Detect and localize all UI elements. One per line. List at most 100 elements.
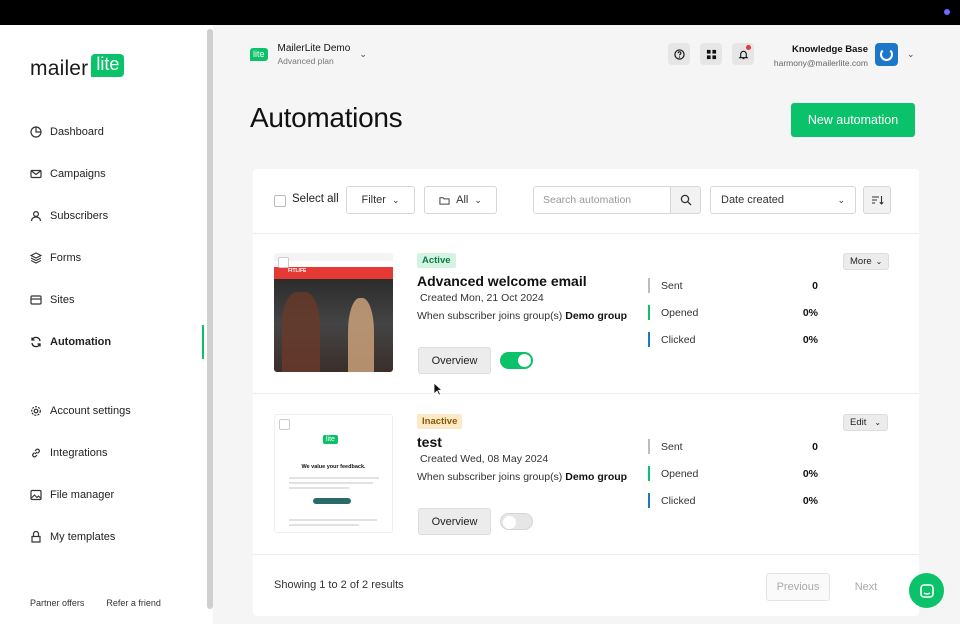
created-date: Created Mon, 21 Oct 2024 bbox=[420, 292, 544, 304]
stat-value: 0 bbox=[812, 280, 818, 292]
gear-icon bbox=[31, 406, 41, 416]
divider bbox=[253, 554, 919, 555]
sidebar-item-dashboard[interactable]: Dashboard bbox=[30, 122, 200, 142]
mailerlite-logo[interactable]: mailer lite bbox=[30, 54, 125, 81]
status-dot-icon bbox=[944, 9, 950, 15]
sidebar: mailer lite Dashboard Campaigns Subscrib… bbox=[0, 25, 213, 624]
sidebar-item-my-templates[interactable]: My templates bbox=[30, 527, 200, 547]
chevron-down-icon: ⌄ bbox=[837, 194, 845, 205]
stat-bar bbox=[648, 278, 650, 293]
sidebar-item-campaigns[interactable]: Campaigns bbox=[30, 164, 200, 184]
main-content: lite MailerLite Demo Advanced plan ⌄ Kno… bbox=[213, 25, 960, 624]
sidebar-item-automation[interactable]: Automation bbox=[30, 332, 200, 352]
stat-clicked: Clicked 0% bbox=[648, 493, 818, 509]
notifications-button[interactable] bbox=[732, 43, 754, 65]
status-badge: Inactive bbox=[417, 414, 463, 429]
automations-panel: Select all Filter ⌄ All ⌄ Search automat… bbox=[253, 169, 919, 616]
sidebar-item-label: Dashboard bbox=[50, 126, 104, 138]
sort-label: Date created bbox=[721, 194, 784, 206]
dashboard-icon bbox=[30, 126, 42, 138]
logo-badge: lite bbox=[91, 54, 125, 77]
stat-bar bbox=[648, 332, 650, 347]
mail-icon bbox=[30, 169, 42, 179]
edit-label: Edit bbox=[850, 417, 867, 428]
sidebar-item-integrations[interactable]: Integrations bbox=[30, 443, 200, 463]
sort-icon bbox=[871, 196, 884, 205]
stat-value: 0% bbox=[802, 495, 818, 507]
sidebar-footer: Partner offers Refer a friend bbox=[30, 598, 161, 608]
sidebar-item-label: File manager bbox=[50, 489, 115, 501]
sidebar-item-account-settings[interactable]: Account settings bbox=[30, 401, 200, 421]
power-icon bbox=[880, 48, 893, 61]
avatar[interactable] bbox=[875, 43, 898, 66]
email-preview-thumbnail[interactable]: FITLIFE bbox=[274, 253, 393, 372]
folder-icon bbox=[439, 196, 450, 205]
thumb-text-line bbox=[289, 487, 349, 489]
next-button[interactable]: Next bbox=[841, 573, 891, 601]
created-date: Created Wed, 08 May 2024 bbox=[420, 453, 549, 465]
row-checkbox[interactable] bbox=[278, 257, 289, 268]
overview-button[interactable]: Overview bbox=[418, 508, 491, 535]
trigger-group: Demo group bbox=[565, 471, 628, 483]
user-menu[interactable]: Knowledge Base harmony@mailerlite.com bbox=[774, 44, 868, 68]
stat-bar bbox=[648, 493, 650, 508]
refresh-icon bbox=[31, 336, 41, 348]
filter-dropdown[interactable]: Filter ⌄ bbox=[346, 186, 415, 214]
stat-bar bbox=[648, 305, 650, 320]
chevron-down-icon: ⌄ bbox=[875, 257, 883, 266]
thumb-button bbox=[313, 498, 351, 504]
trigger-text: When subscriber joins group(s) bbox=[417, 310, 566, 322]
toggle-knob bbox=[503, 516, 516, 529]
sidebar-item-file-manager[interactable]: File manager bbox=[30, 485, 200, 505]
chevron-down-icon: ⌄ bbox=[359, 49, 367, 59]
stat-label: Sent bbox=[661, 441, 683, 453]
email-preview-thumbnail[interactable]: lite We value your feedback. bbox=[274, 414, 393, 533]
account-switcher[interactable]: lite MailerLite Demo Advanced plan ⌄ bbox=[250, 43, 367, 66]
chevron-down-icon[interactable]: ⌄ bbox=[907, 49, 915, 60]
automation-title[interactable]: Advanced welcome email bbox=[417, 273, 587, 289]
apps-button[interactable] bbox=[700, 43, 722, 65]
select-all-checkbox[interactable] bbox=[274, 195, 286, 207]
sidebar-item-sites[interactable]: Sites bbox=[30, 290, 200, 310]
filter-label: Filter bbox=[361, 194, 386, 206]
help-button[interactable] bbox=[668, 43, 690, 65]
more-button[interactable]: More ⌄ bbox=[843, 253, 890, 270]
stat-clicked: Clicked 0% bbox=[648, 332, 818, 348]
chat-button[interactable] bbox=[909, 573, 944, 608]
notification-dot bbox=[746, 45, 751, 50]
stat-sent: Sent 0 bbox=[648, 439, 818, 455]
search-input[interactable]: Search automation bbox=[533, 186, 671, 214]
refer-friend-link[interactable]: Refer a friend bbox=[106, 598, 161, 608]
account-name: MailerLite Demo bbox=[277, 43, 351, 54]
stat-label: Sent bbox=[661, 280, 683, 292]
new-automation-button[interactable]: New automation bbox=[791, 103, 915, 137]
sort-order-button[interactable] bbox=[863, 186, 891, 214]
automation-title[interactable]: test bbox=[417, 434, 442, 450]
folder-dropdown[interactable]: All ⌄ bbox=[424, 186, 497, 214]
enable-toggle[interactable] bbox=[500, 352, 533, 369]
image-icon bbox=[30, 489, 42, 501]
chevron-down-icon: ⌄ bbox=[874, 418, 882, 427]
thumb-text-line bbox=[289, 477, 379, 479]
bell-icon bbox=[738, 50, 748, 59]
sidebar-item-subscribers[interactable]: Subscribers bbox=[30, 206, 200, 226]
enable-toggle[interactable] bbox=[500, 513, 533, 530]
account-logo-badge: lite bbox=[250, 48, 268, 61]
overview-button[interactable]: Overview bbox=[418, 347, 491, 374]
sort-select[interactable]: Date created ⌄ bbox=[710, 186, 856, 214]
row-checkbox[interactable] bbox=[279, 419, 290, 430]
partner-offers-link[interactable]: Partner offers bbox=[30, 598, 84, 608]
edit-button[interactable]: Edit ⌄ bbox=[843, 414, 889, 431]
thumb-text-line bbox=[289, 482, 373, 484]
header-icons bbox=[668, 43, 754, 65]
previous-button[interactable]: Previous bbox=[766, 573, 830, 601]
stat-value: 0% bbox=[802, 334, 818, 346]
select-all-label[interactable]: Select all bbox=[292, 193, 339, 205]
search-button[interactable] bbox=[671, 186, 701, 214]
sidebar-item-label: Campaigns bbox=[50, 168, 106, 180]
more-label: More bbox=[850, 256, 872, 267]
stat-value: 0% bbox=[802, 307, 818, 319]
stat-value: 0 bbox=[812, 441, 818, 453]
page-title: Automations bbox=[250, 102, 403, 133]
sidebar-item-forms[interactable]: Forms bbox=[30, 248, 200, 268]
